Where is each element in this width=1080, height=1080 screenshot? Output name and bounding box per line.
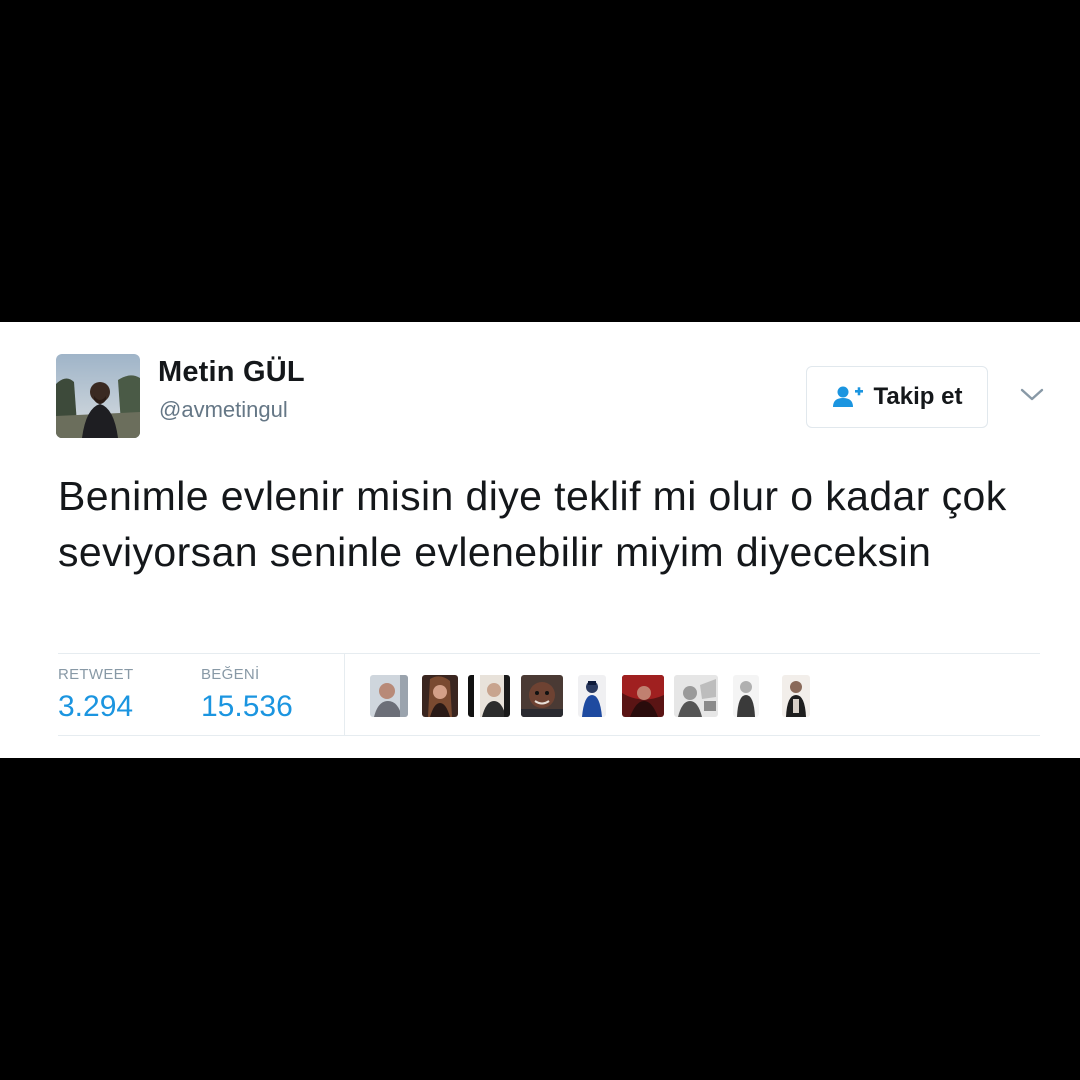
liker-avatar[interactable] [521, 675, 563, 717]
screenshot-canvas: Metin GÜL @avmetingul Takip et Benimle e… [0, 0, 1080, 1080]
like-count: 15.536 [201, 690, 293, 723]
liker-avatar[interactable] [782, 675, 810, 717]
author-name[interactable]: Metin GÜL [158, 356, 305, 389]
follow-button-label: Takip et [873, 383, 963, 410]
like-label: BEĞENİ [201, 666, 260, 683]
stats-divider-bottom [58, 735, 1040, 736]
stats-divider-top [58, 653, 1040, 654]
like-stat[interactable]: BEĞENİ 15.536 [201, 666, 293, 724]
liker-avatar[interactable] [468, 675, 510, 717]
liker-avatar[interactable] [422, 675, 458, 717]
liker-avatar[interactable] [578, 675, 606, 717]
retweet-count: 3.294 [58, 690, 134, 723]
author-handle[interactable]: @avmetingul [159, 397, 288, 423]
chevron-down-icon[interactable] [1018, 384, 1046, 404]
liker-avatar[interactable] [622, 675, 664, 717]
author-avatar[interactable] [56, 354, 140, 438]
avatar-photo [56, 354, 140, 438]
liker-avatar[interactable] [370, 675, 408, 717]
retweet-label: RETWEET [58, 666, 134, 683]
stats-separator [344, 654, 345, 735]
tweet-card: Metin GÜL @avmetingul Takip et Benimle e… [0, 322, 1080, 758]
liker-avatar[interactable] [733, 675, 759, 717]
follow-button[interactable]: Takip et [806, 366, 988, 428]
retweet-stat[interactable]: RETWEET 3.294 [58, 666, 133, 724]
liker-avatar[interactable] [674, 675, 718, 717]
tweet-text: Benimle evlenir misin diye teklif mi olu… [58, 473, 1007, 575]
add-user-icon [832, 386, 863, 407]
